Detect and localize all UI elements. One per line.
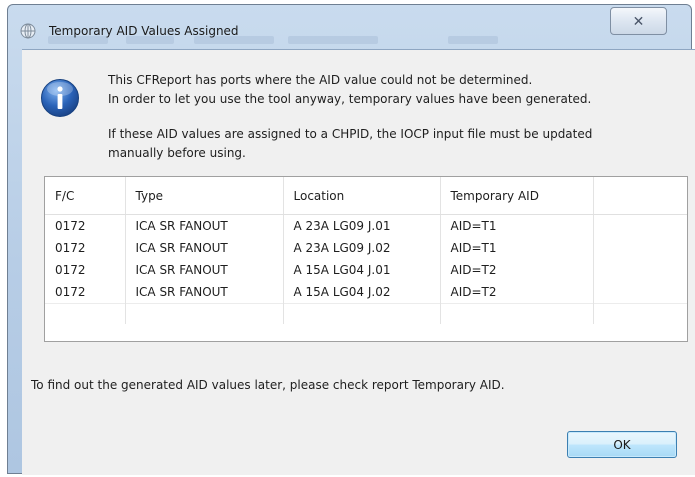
app-globe-icon (20, 23, 36, 39)
cell-location: A 23A LG09 J.02 (283, 237, 441, 259)
cell-fc: 0172 (45, 214, 126, 237)
cell-type: ICA SR FANOUT (125, 237, 284, 259)
cell-temporary-aid: AID=T1 (440, 214, 594, 237)
info-icon (41, 79, 79, 117)
cell-temporary-aid: AID=T2 (440, 281, 594, 304)
dialog-window: Temporary AID Values Assigned ✕ This CFR… (7, 4, 695, 475)
column-header-fc[interactable]: F/C (45, 177, 126, 215)
footer-note: To find out the generated AID values lat… (31, 378, 505, 392)
message-line: If these AID values are assigned to a CH… (108, 127, 593, 141)
table-row[interactable]: 0172 ICA SR FANOUT A 15A LG04 J.01 AID=T… (45, 259, 687, 281)
message-line: In order to let you use the tool anyway,… (108, 92, 592, 106)
ok-button[interactable]: OK (567, 431, 677, 458)
cell-empty (593, 281, 687, 304)
cell-type: ICA SR FANOUT (125, 281, 284, 304)
cell-fc: 0172 (45, 259, 126, 281)
close-icon: ✕ (632, 12, 645, 29)
cell-empty (593, 237, 687, 259)
column-header-location[interactable]: Location (283, 177, 441, 215)
cell-temporary-aid: AID=T2 (440, 259, 594, 281)
message-line: This CFReport has ports where the AID va… (108, 73, 533, 87)
aid-values-table[interactable]: F/C Type Location Temporary AID 0172 ICA… (44, 176, 688, 342)
cell-empty (593, 259, 687, 281)
cell-location: A 15A LG04 J.01 (283, 259, 441, 281)
cell-location: A 23A LG09 J.01 (283, 214, 441, 237)
column-header-type[interactable]: Type (125, 177, 284, 215)
dialog-body: This CFReport has ports where the AID va… (22, 49, 695, 475)
column-header-temporary-aid[interactable]: Temporary AID (440, 177, 594, 215)
message-line: manually before using. (108, 146, 246, 160)
column-header-empty (593, 177, 687, 215)
table-row[interactable]: 0172 ICA SR FANOUT A 15A LG04 J.02 AID=T… (45, 281, 687, 304)
title-bar[interactable]: Temporary AID Values Assigned ✕ (8, 5, 691, 44)
table-empty-row (45, 303, 687, 324)
dialog-title: Temporary AID Values Assigned (49, 24, 239, 38)
cell-location: A 15A LG04 J.02 (283, 281, 441, 304)
cell-type: ICA SR FANOUT (125, 259, 284, 281)
cell-type: ICA SR FANOUT (125, 214, 284, 237)
table-header-row: F/C Type Location Temporary AID (45, 177, 687, 215)
cell-empty (593, 215, 687, 238)
background-window-ghost (448, 36, 498, 44)
close-button[interactable]: ✕ (610, 7, 667, 35)
cell-fc: 0172 (45, 237, 126, 259)
background-window-ghost (288, 36, 378, 44)
table-row[interactable]: 0172 ICA SR FANOUT A 23A LG09 J.01 AID=T… (45, 214, 687, 238)
table-row[interactable]: 0172 ICA SR FANOUT A 23A LG09 J.02 AID=T… (45, 237, 687, 259)
cell-fc: 0172 (45, 281, 126, 304)
cell-temporary-aid: AID=T1 (440, 237, 594, 259)
